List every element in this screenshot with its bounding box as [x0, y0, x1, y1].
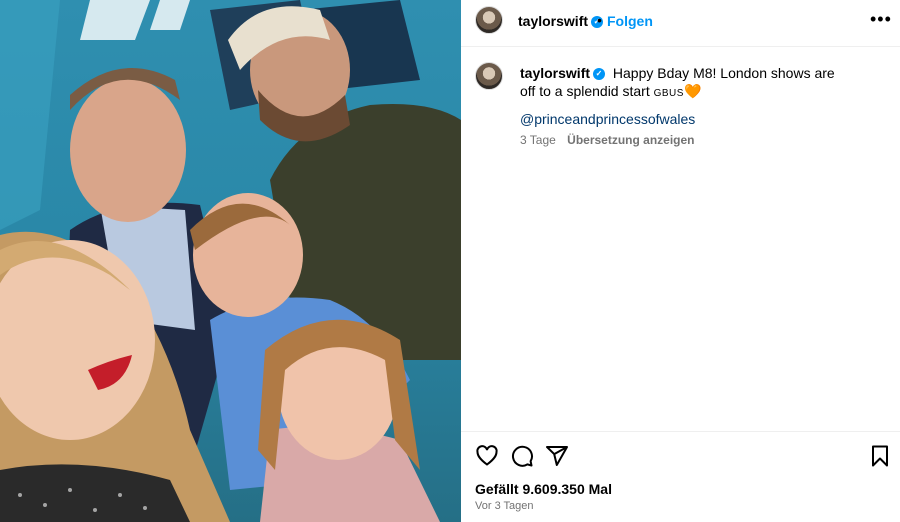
action-bar: Gefällt 9.609.350 Mal Vor 3 Tagen	[461, 431, 900, 522]
post-photo[interactable]	[0, 0, 461, 522]
caption-username-text[interactable]: taylorswift	[520, 65, 590, 81]
more-options-icon[interactable]: •••	[870, 9, 892, 30]
username-text[interactable]: taylorswift	[518, 13, 588, 29]
post-header: taylorswift ✓ • Folgen •••	[461, 0, 900, 47]
share-icon[interactable]	[545, 444, 569, 468]
caption-avatar[interactable]	[475, 62, 503, 90]
likes-count[interactable]: Gefällt 9.609.350 Mal	[475, 481, 612, 497]
post-side-panel: taylorswift ✓ • Folgen ••• taylorswift ✓ H…	[461, 0, 900, 522]
post-timestamp[interactable]: Vor 3 Tagen	[475, 500, 534, 512]
avatar[interactable]	[475, 6, 503, 34]
caption-username[interactable]: taylorswift ✓	[520, 65, 606, 81]
caption-tag: GBUS	[653, 88, 684, 99]
bookmark-icon[interactable]	[868, 444, 892, 468]
separator-dot: •	[597, 12, 602, 28]
group-selfie-image	[0, 0, 461, 522]
comment-icon[interactable]	[510, 444, 534, 468]
caption: taylorswift ✓ Happy Bday M8! London shows…	[520, 64, 850, 103]
caption-age: 3 Tage	[520, 133, 556, 147]
header-username[interactable]: taylorswift ✓	[518, 13, 604, 29]
heart-icon[interactable]	[475, 444, 499, 468]
mention-link[interactable]: @princeandprincessofwales	[520, 111, 695, 127]
verified-badge-icon: ✓	[593, 68, 606, 81]
translate-button[interactable]: Übersetzung anzeigen	[567, 133, 694, 147]
orange-heart-icon: 🧡	[683, 83, 702, 99]
caption-meta: 3 Tage Übersetzung anzeigen	[520, 133, 695, 147]
follow-button[interactable]: Folgen	[607, 13, 653, 29]
